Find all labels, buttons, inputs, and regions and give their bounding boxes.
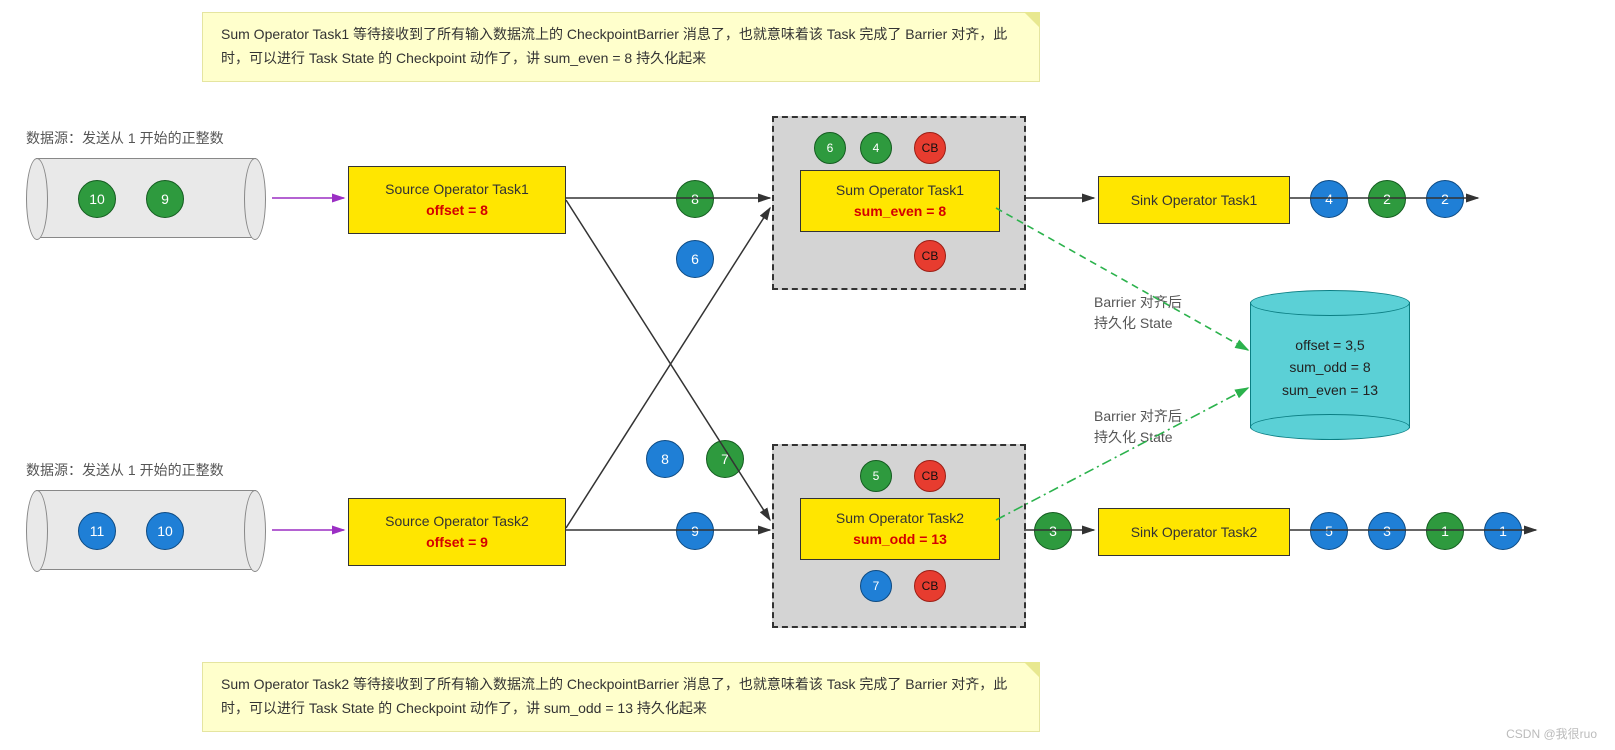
arrows-layer [0, 0, 1615, 750]
diagram-stage: Sum Operator Task1 等待接收到了所有输入数据流上的 Check… [0, 0, 1615, 750]
